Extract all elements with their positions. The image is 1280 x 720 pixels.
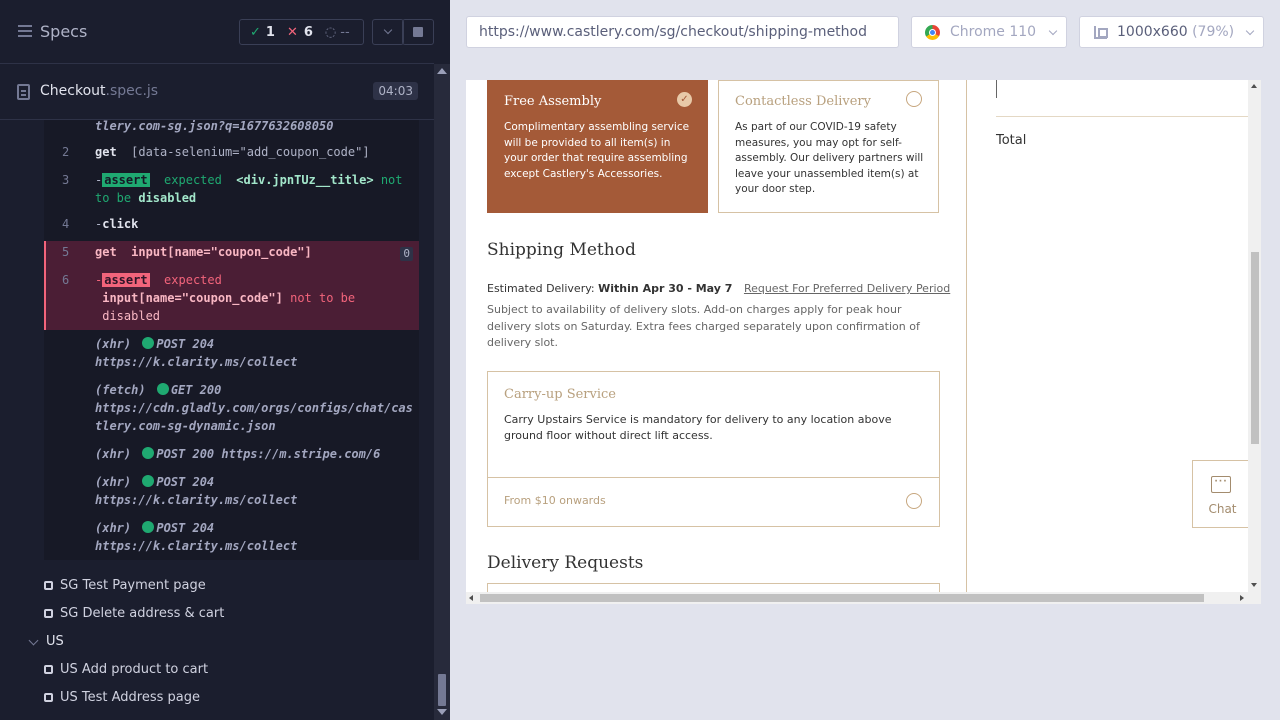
summary-divider bbox=[966, 80, 967, 592]
spec-file-row[interactable]: Checkout.spec.js 04:03 bbox=[0, 64, 434, 120]
summary-line bbox=[996, 116, 1248, 117]
chevron-down-icon bbox=[383, 25, 393, 35]
test-item[interactable]: US Test Address page bbox=[60, 690, 200, 705]
reporter-scrollbar[interactable] bbox=[434, 64, 450, 720]
test-status-icon bbox=[44, 609, 53, 618]
aut-panel: https://www.castlery.com/sg/checkout/shi… bbox=[450, 0, 1280, 720]
command-log: tlery.com-sg.json?q=1677632608050 2 get … bbox=[44, 120, 419, 560]
test-status-icon bbox=[44, 581, 53, 590]
scroll-down-icon[interactable] bbox=[1251, 583, 1257, 587]
chrome-icon bbox=[925, 25, 940, 40]
carry-up-price: From $10 onwards bbox=[504, 494, 606, 507]
carry-up-text: Carry Upstairs Service is mandatory for … bbox=[504, 413, 892, 442]
status-dot-icon bbox=[142, 475, 155, 487]
shipping-method-title: Shipping Method bbox=[487, 240, 636, 260]
specs-header: Specs ✓ 1 ✕ 6 ◌ -- bbox=[0, 0, 434, 64]
test-item[interactable]: US Add product to cart bbox=[60, 662, 208, 677]
scroll-up-icon[interactable] bbox=[437, 68, 447, 74]
page-horizontal-scrollbar[interactable] bbox=[466, 592, 1261, 604]
browser-selector[interactable]: Chrome 110 bbox=[911, 16, 1067, 48]
carry-up-title: Carry-up Service bbox=[504, 387, 616, 402]
delivery-note: Subject to availability of delivery slot… bbox=[487, 303, 920, 349]
total-label: Total bbox=[996, 133, 1027, 148]
contactless-delivery-title: Contactless Delivery bbox=[735, 94, 871, 109]
spec-file-name: Checkout.spec.js bbox=[40, 83, 159, 99]
status-dot-icon bbox=[142, 337, 155, 349]
scroll-right-icon[interactable] bbox=[1240, 595, 1244, 601]
status-dot-icon bbox=[142, 521, 155, 533]
radio-icon[interactable] bbox=[906, 493, 922, 509]
pending-count: -- bbox=[340, 24, 350, 40]
status-dot-icon bbox=[156, 383, 169, 395]
contactless-delivery-text: As part of our COVID-19 safety measures,… bbox=[735, 121, 924, 195]
checkout-page: Free Assembly ✓ Complimentary assembling… bbox=[466, 80, 1248, 592]
reporter-panel: Specs ✓ 1 ✕ 6 ◌ -- Checkout.spec.js 04:0… bbox=[0, 0, 450, 720]
chat-label: Chat bbox=[1208, 502, 1237, 516]
chevron-down-icon bbox=[1048, 26, 1058, 36]
page-vertical-scrollbar[interactable] bbox=[1248, 80, 1261, 592]
delivery-requests-title: Delivery Requests bbox=[487, 553, 644, 573]
menu-icon[interactable] bbox=[18, 25, 32, 37]
element-count-badge: 0 bbox=[400, 247, 413, 261]
test-item[interactable]: SG Test Payment page bbox=[60, 578, 206, 593]
failed-count: 6 bbox=[303, 24, 313, 40]
chevron-down-icon[interactable] bbox=[28, 635, 39, 646]
stop-icon bbox=[413, 27, 423, 37]
scroll-up-icon[interactable] bbox=[1251, 84, 1257, 88]
scroll-left-icon[interactable] bbox=[469, 595, 473, 601]
estimated-delivery: Estimated Delivery: Within Apr 30 - May … bbox=[487, 282, 951, 295]
passed-count: 1 bbox=[265, 24, 275, 40]
carry-up-service-card: Carry-up Service Carry Upstairs Service … bbox=[487, 371, 940, 527]
preferred-delivery-link[interactable]: Request For Preferred Delivery Period bbox=[744, 282, 950, 295]
document-icon bbox=[17, 84, 30, 100]
chat-icon: ··· bbox=[1211, 476, 1231, 493]
scroll-thumb[interactable] bbox=[438, 674, 446, 706]
free-assembly-text: Complimentary assembling service will be… bbox=[504, 121, 690, 180]
resize-icon bbox=[1094, 26, 1108, 39]
cross-icon: ✕ bbox=[286, 24, 298, 40]
spec-duration: 04:03 bbox=[373, 82, 418, 100]
scroll-thumb[interactable] bbox=[1251, 252, 1259, 444]
contactless-delivery-option[interactable]: Contactless Delivery As part of our COVI… bbox=[718, 80, 939, 213]
test-status-icon bbox=[44, 665, 53, 674]
test-item[interactable]: SG Delete address & cart bbox=[60, 606, 224, 621]
url-bar[interactable]: https://www.castlery.com/sg/checkout/shi… bbox=[466, 16, 899, 48]
checked-icon: ✓ bbox=[677, 92, 692, 107]
radio-icon[interactable] bbox=[906, 91, 922, 107]
delivery-requests-card bbox=[487, 583, 940, 592]
test-stats: ✓ 1 ✕ 6 ◌ -- bbox=[239, 19, 364, 45]
check-icon: ✓ bbox=[250, 24, 261, 40]
free-assembly-option[interactable]: Free Assembly ✓ Complimentary assembling… bbox=[487, 80, 708, 213]
viewport-selector[interactable]: 1000x660 (79%) bbox=[1079, 16, 1264, 48]
scroll-down-icon[interactable] bbox=[437, 709, 447, 715]
app-viewport: Free Assembly ✓ Complimentary assembling… bbox=[466, 80, 1261, 604]
scroll-thumb[interactable] bbox=[480, 594, 1204, 602]
free-assembly-title: Free Assembly bbox=[504, 94, 602, 109]
status-dot-icon bbox=[142, 447, 155, 459]
suite-item[interactable]: US bbox=[46, 634, 64, 649]
pending-icon: ◌ bbox=[324, 24, 337, 40]
test-status-icon bbox=[44, 693, 53, 702]
text-caret bbox=[996, 80, 997, 98]
failed-command-block[interactable]: 5 get input[name="coupon_code"] 0 6 - ass… bbox=[44, 241, 419, 330]
divider bbox=[488, 477, 939, 478]
stop-button[interactable] bbox=[402, 19, 434, 45]
specs-title[interactable]: Specs bbox=[40, 22, 87, 41]
expand-button[interactable] bbox=[372, 19, 404, 45]
chat-button[interactable]: ··· Chat bbox=[1192, 460, 1248, 528]
chevron-down-icon bbox=[1245, 26, 1255, 36]
